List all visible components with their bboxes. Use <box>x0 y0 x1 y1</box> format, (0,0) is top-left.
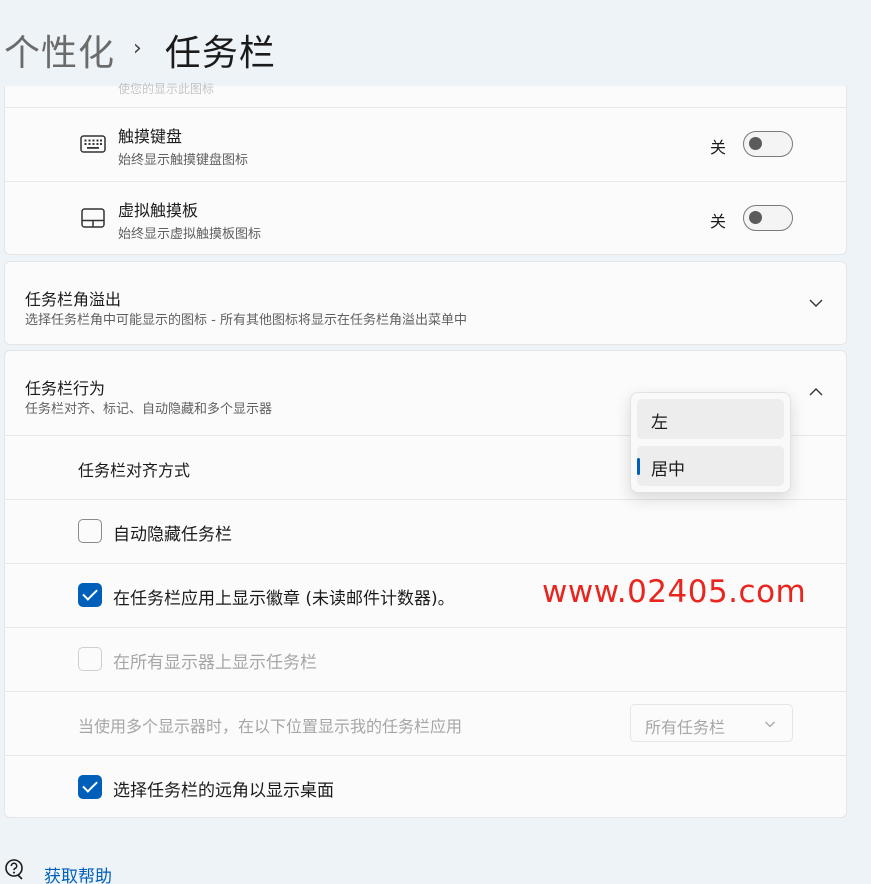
help-icon <box>5 859 23 880</box>
multi-display-label: 当使用多个显示器时，在以下位置显示我的任务栏应用 <box>78 717 463 736</box>
auto-hide-label[interactable]: 自动隐藏任务栏 <box>113 520 232 545</box>
touch-keyboard-title: 触摸键盘 <box>118 127 183 146</box>
taskbar-corner-overflow-card[interactable]: 任务栏角溢出 选择任务栏角中可能显示的图标 - 所有其他图标将显示在任务栏角溢出… <box>4 261 847 345</box>
touchpad-icon <box>78 206 108 230</box>
clipped-subtitle: 使您的显示此图标 <box>118 82 215 96</box>
all-displays-label: 在所有显示器上显示任务栏 <box>113 653 317 673</box>
alignment-option-left[interactable]: 左 <box>637 399 784 439</box>
breadcrumb: 个性化 › 任务栏 <box>4 24 276 76</box>
badges-checkbox[interactable] <box>78 583 102 607</box>
auto-hide-checkbox[interactable] <box>78 519 102 543</box>
behaviors-title: 任务栏行为 <box>25 379 106 398</box>
far-corner-row: 选择任务栏的远角以显示桌面 <box>5 756 846 819</box>
overflow-title: 任务栏角溢出 <box>25 290 122 309</box>
far-corner-label[interactable]: 选择任务栏的远角以显示桌面 <box>113 776 334 801</box>
touch-keyboard-subtitle: 始终显示触摸键盘图标 <box>118 153 249 168</box>
virtual-touchpad-row: 虚拟触摸板 始终显示虚拟触摸板图标 关 <box>5 182 846 255</box>
alignment-option-center[interactable]: 居中 <box>637 446 784 486</box>
taskbar-corner-icons-card: 使您的显示此图标 触摸键盘 始终显示触摸键盘图标 关 虚拟触摸板 始终显示虚拟触… <box>4 82 847 255</box>
badges-label[interactable]: 在任务栏应用上显示徽章 (未读邮件计数器)。 <box>113 584 455 609</box>
behaviors-subtitle: 任务栏对齐、标记、自动隐藏和多个显示器 <box>25 402 273 417</box>
multi-display-select[interactable]: 所有任务栏 <box>630 704 793 742</box>
virtual-touchpad-subtitle: 始终显示虚拟触摸板图标 <box>118 227 262 242</box>
alignment-label: 任务栏对齐方式 <box>78 461 191 480</box>
touch-keyboard-toggle[interactable] <box>743 131 793 157</box>
get-help-link[interactable]: 获取帮助 <box>4 858 112 884</box>
clipped-row: 使您的显示此图标 <box>5 82 846 108</box>
keyboard-icon <box>78 132 108 156</box>
breadcrumb-parent[interactable]: 个性化 <box>4 24 115 76</box>
multi-display-value: 所有任务栏 <box>645 718 726 737</box>
get-help-label[interactable]: 获取帮助 <box>44 862 112 884</box>
auto-hide-row: 自动隐藏任务栏 <box>5 500 846 563</box>
virtual-touchpad-state: 关 <box>710 212 727 231</box>
selection-indicator <box>637 458 640 475</box>
overflow-subtitle: 选择任务栏角中可能显示的图标 - 所有其他图标将显示在任务栏角溢出菜单中 <box>25 313 467 328</box>
touch-keyboard-row: 触摸键盘 始终显示触摸键盘图标 关 <box>5 108 846 182</box>
chevron-down-icon[interactable] <box>808 295 824 311</box>
alignment-dropdown: 左 居中 <box>630 392 791 493</box>
breadcrumb-separator: › <box>133 35 143 61</box>
chevron-up-icon[interactable] <box>808 384 824 400</box>
page-title: 任务栏 <box>164 33 276 74</box>
chevron-down-icon <box>765 721 775 728</box>
touch-keyboard-state: 关 <box>710 138 727 157</box>
all-displays-row: 在所有显示器上显示任务栏 <box>5 628 846 691</box>
alignment-option-label: 左 <box>651 413 668 433</box>
virtual-touchpad-title: 虚拟触摸板 <box>118 201 199 220</box>
watermark-text: www.02405.com <box>542 574 807 610</box>
far-corner-checkbox[interactable] <box>78 775 102 799</box>
multi-display-row: 当使用多个显示器时，在以下位置显示我的任务栏应用 所有任务栏 <box>5 692 846 755</box>
alignment-option-label: 居中 <box>651 460 685 480</box>
virtual-touchpad-toggle[interactable] <box>743 205 793 231</box>
all-displays-checkbox[interactable] <box>78 647 102 671</box>
